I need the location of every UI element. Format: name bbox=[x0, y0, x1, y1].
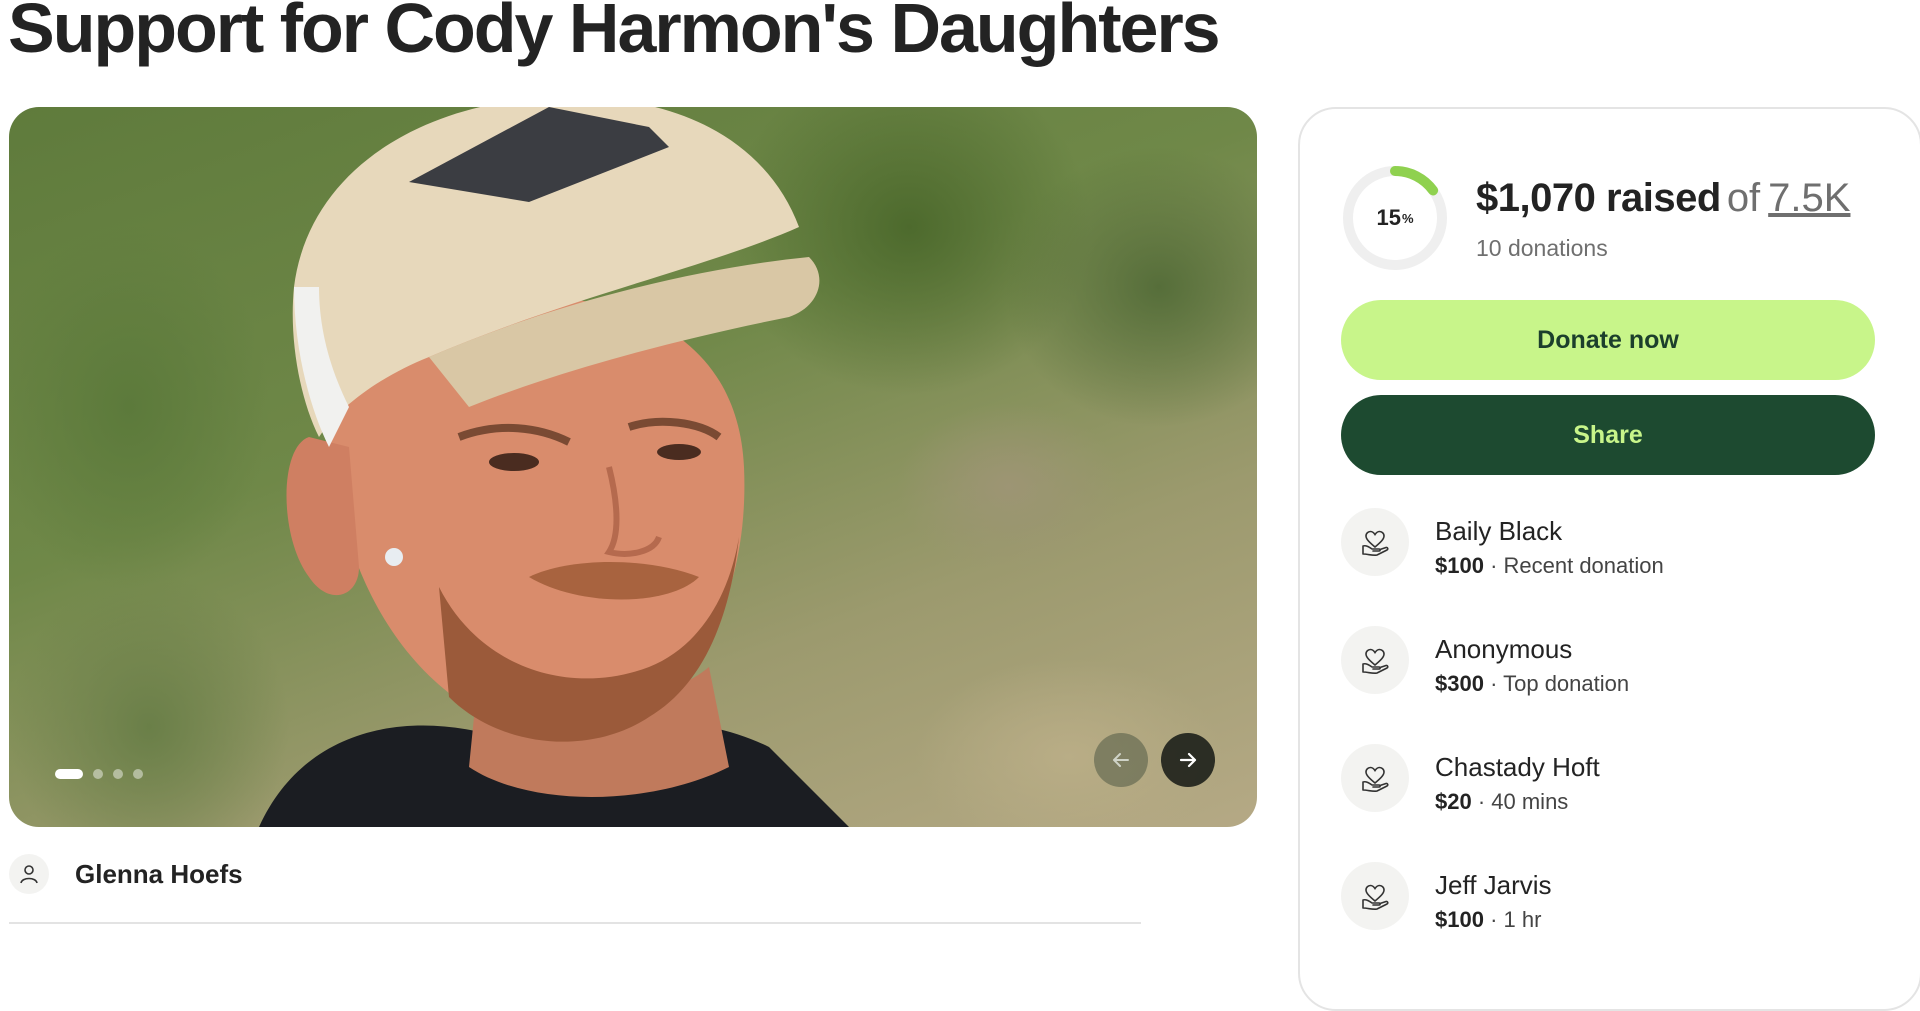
share-button[interactable]: Share bbox=[1341, 395, 1875, 475]
donor-detail-text: · 1 hr bbox=[1483, 907, 1542, 933]
donor-detail-text: · Top donation bbox=[1483, 671, 1630, 697]
donor-detail-text: · 40 mins bbox=[1471, 789, 1569, 815]
donor-text: Chastady Hoft $20 · 40 mins bbox=[1435, 744, 1600, 816]
page-title: Support for Cody Harmon's Daughters bbox=[8, 0, 1221, 67]
donation-count: 10 donations bbox=[1476, 235, 1608, 261]
gallery-dot[interactable] bbox=[113, 769, 123, 779]
donor-detail-text: · Recent donation bbox=[1483, 553, 1664, 579]
donor-amount: $20 bbox=[1435, 789, 1472, 815]
arrow-right-icon bbox=[1179, 752, 1197, 768]
progress-ring: 15% bbox=[1340, 163, 1450, 273]
donor-text: Anonymous $300 · Top donation bbox=[1435, 626, 1629, 698]
user-icon bbox=[9, 854, 49, 894]
gallery-dots bbox=[55, 769, 143, 779]
divider bbox=[9, 922, 1141, 924]
donor-text: Jeff Jarvis $100 · 1 hr bbox=[1435, 862, 1552, 934]
campaign-photo[interactable] bbox=[9, 107, 1257, 827]
arrow-left-icon bbox=[1113, 753, 1129, 767]
progress-percent-value: 15 bbox=[1376, 205, 1401, 230]
donor-detail: $100 · Recent donation bbox=[1435, 553, 1664, 579]
raised-summary: $1,070 raised of 7.5K bbox=[1476, 176, 1850, 221]
gallery-dot[interactable] bbox=[93, 769, 103, 779]
donor-name: Jeff Jarvis bbox=[1435, 870, 1552, 900]
donor-detail: $300 · Top donation bbox=[1435, 671, 1629, 697]
donor-text: Baily Black $100 · Recent donation bbox=[1435, 508, 1664, 580]
donor-name: Anonymous bbox=[1435, 634, 1573, 664]
previous-photo-button[interactable] bbox=[1094, 733, 1148, 787]
donor-name: Chastady Hoft bbox=[1435, 752, 1600, 782]
gallery-dot-active[interactable] bbox=[55, 769, 83, 779]
goal-amount-link[interactable]: 7.5K bbox=[1768, 176, 1850, 220]
donation-hand-heart-icon bbox=[1341, 508, 1409, 576]
raised-amount: $1,070 raised bbox=[1476, 176, 1721, 220]
donor-item: Anonymous $300 · Top donation bbox=[1341, 626, 1629, 698]
organizer[interactable]: Glenna Hoefs bbox=[9, 854, 243, 894]
donor-item: Jeff Jarvis $100 · 1 hr bbox=[1341, 862, 1552, 934]
donor-detail: $20 · 40 mins bbox=[1435, 789, 1600, 815]
donation-hand-heart-icon bbox=[1341, 862, 1409, 930]
person-photo-illustration bbox=[259, 107, 849, 827]
donor-amount: $100 bbox=[1435, 553, 1484, 579]
organizer-name: Glenna Hoefs bbox=[75, 858, 243, 889]
donor-amount: $300 bbox=[1435, 671, 1484, 697]
raised-of-label: of bbox=[1726, 176, 1761, 220]
donor-detail: $100 · 1 hr bbox=[1435, 907, 1552, 933]
donate-now-button[interactable]: Donate now bbox=[1341, 300, 1875, 380]
donation-hand-heart-icon bbox=[1341, 626, 1409, 694]
progress-percent-sign: % bbox=[1401, 210, 1414, 226]
donor-item: Baily Black $100 · Recent donation bbox=[1341, 508, 1664, 580]
donor-item: Chastady Hoft $20 · 40 mins bbox=[1341, 744, 1600, 816]
gallery-dot[interactable] bbox=[133, 769, 143, 779]
next-photo-button[interactable] bbox=[1161, 733, 1215, 787]
donor-amount: $100 bbox=[1435, 907, 1484, 933]
progress-percent: 15% bbox=[1340, 163, 1450, 273]
donation-hand-heart-icon bbox=[1341, 744, 1409, 812]
donor-name: Baily Black bbox=[1435, 516, 1563, 546]
